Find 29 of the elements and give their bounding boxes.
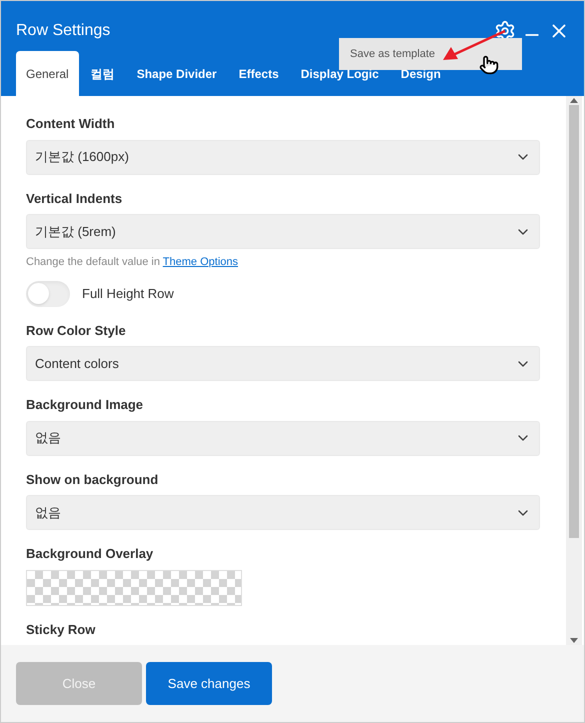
field-label: Background Image [26, 396, 144, 414]
tab[interactable]: 컬럼 [80, 51, 125, 96]
menu-item[interactable]: Save as template [350, 46, 435, 62]
tab[interactable]: Effects [228, 51, 289, 96]
field-label: Vertical Indents [26, 190, 124, 208]
toggle-label: Full Height Row [82, 284, 174, 303]
annotation-arrow [441, 29, 507, 61]
save-button[interactable]: Save changes [146, 662, 272, 705]
scrollbar[interactable] [566, 96, 582, 645]
theme-options-link[interactable]: Theme Options [162, 256, 238, 268]
tab[interactable]: General [16, 51, 79, 96]
select-field[interactable]: 없음 [26, 495, 540, 530]
field-label: Background Overlay [26, 545, 154, 563]
select-field[interactable]: 없음 [26, 420, 540, 456]
field-label: Content Width [26, 115, 116, 133]
select-field[interactable]: 기본값 (1600px) [26, 140, 540, 174]
window-title: Row Settings [16, 21, 110, 41]
select-field[interactable]: 기본값 (5rem) [26, 214, 540, 249]
field-label: Show on background [26, 470, 160, 489]
hint-text: Change the default value in Theme Options [26, 255, 239, 270]
hand-cursor-icon [479, 54, 499, 76]
select-field[interactable]: Content colors [26, 346, 540, 381]
scroll-up-icon[interactable] [570, 98, 578, 103]
scroll-down-icon[interactable] [570, 638, 578, 643]
field-label: Sticky Row [26, 620, 96, 639]
tab[interactable]: Shape Divider [126, 51, 227, 96]
field-label: Row Color Style [26, 322, 127, 340]
color-swatch[interactable] [26, 570, 242, 606]
toggle-switch[interactable] [26, 280, 70, 306]
